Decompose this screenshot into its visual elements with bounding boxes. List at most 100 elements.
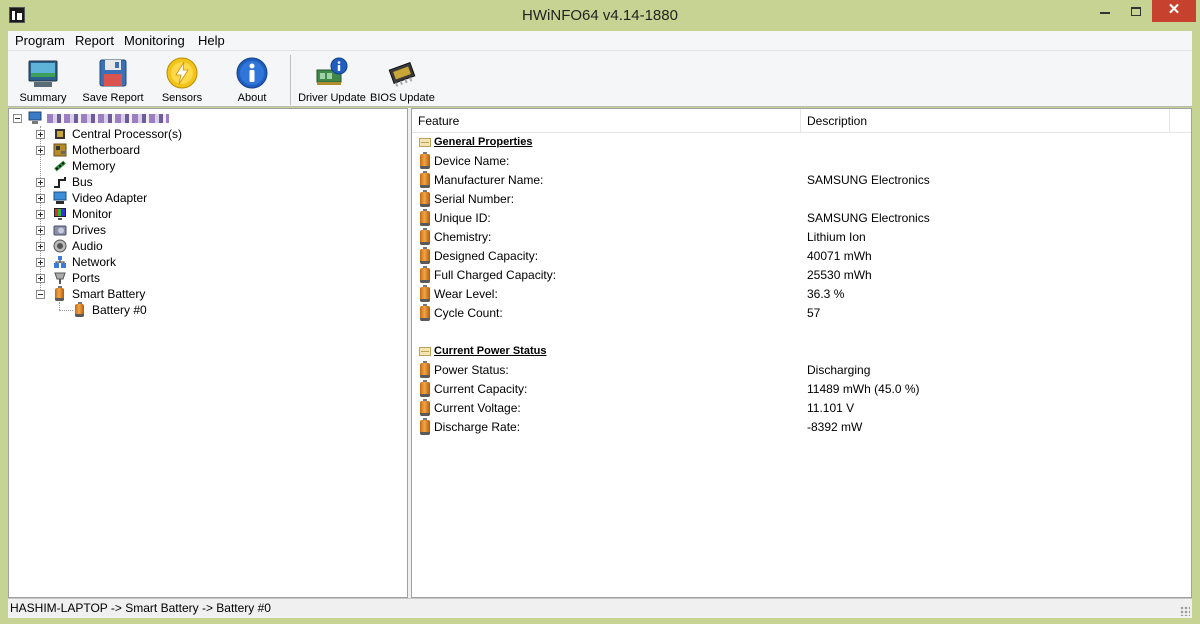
feature-list[interactable]: Feature Description General Properties D… [411,108,1192,598]
about-button[interactable]: About [222,51,282,107]
close-button[interactable]: ✕ [1152,0,1196,22]
list-row[interactable]: Current Capacity: 11489 mWh (45.0 %) [412,380,1191,399]
bios-chip-icon [388,62,416,87]
bios-update-button[interactable]: BIOS Update [370,51,435,107]
list-row[interactable]: Cycle Count: 57 [412,304,1191,323]
motherboard-icon [53,143,67,157]
driver-update-icon [316,57,348,85]
tree-item-audio[interactable]: Audio [33,238,393,254]
row-value: 40071 mWh [807,249,872,263]
list-row[interactable]: Current Voltage: 11.101 V [412,399,1191,418]
row-feature: Current Voltage: [434,401,521,415]
tree-root[interactable] [13,110,393,126]
menu-monitoring[interactable]: Monitoring [124,33,185,48]
sensors-button[interactable]: Sensors [152,51,212,107]
tree-item-monitor[interactable]: Monitor [33,206,393,222]
tree-item-label: Smart Battery [72,287,146,301]
expand-icon[interactable] [36,258,45,267]
section-icon [419,138,431,147]
row-feature: Full Charged Capacity: [434,268,557,282]
battery-icon [420,152,430,169]
expand-icon[interactable] [36,146,45,155]
minimize-button[interactable] [1090,0,1120,22]
collapse-icon[interactable] [13,114,22,123]
tree-item-drives[interactable]: Drives [33,222,393,238]
list-row[interactable]: Discharge Rate: -8392 mW [412,418,1191,437]
bios-update-label: BIOS Update [370,92,435,104]
row-feature: Wear Level: [434,287,498,301]
row-value: 11489 mWh (45.0 %) [807,382,920,396]
driver-update-label: Driver Update [298,92,366,104]
tree-item-smart-battery[interactable]: Smart Battery [33,286,393,302]
floppy-icon [99,59,127,87]
tree-item-ports[interactable]: Ports [33,270,393,286]
summary-button[interactable]: Summary [12,51,74,107]
resize-grip-icon[interactable] [1180,606,1190,616]
device-tree[interactable]: Central Processor(s) Motherboard Memory … [8,108,408,598]
tree-item-bus[interactable]: Bus [33,174,393,190]
tree-item-memory[interactable]: Memory [33,158,393,174]
tree-item-network[interactable]: Network [33,254,393,270]
tree-item-label: Monitor [72,207,113,221]
battery-icon [55,286,64,301]
tree-item-label: Bus [72,175,93,189]
expand-icon[interactable] [36,210,45,219]
redacted-computer-name [47,114,169,123]
status-text: HASHIM-LAPTOP -> Smart Battery -> Batter… [10,601,271,615]
section-header-current-power-status[interactable]: Current Power Status [412,342,1191,361]
row-feature: Unique ID: [434,211,491,225]
tree-item-label: Network [72,255,117,269]
save-report-button[interactable]: Save Report [80,51,146,107]
video-adapter-icon [53,191,67,204]
expand-icon[interactable] [36,178,45,187]
list-row[interactable]: Serial Number: [412,190,1191,209]
expand-icon[interactable] [36,274,45,283]
expand-icon[interactable] [36,130,45,139]
title-bar[interactable]: HWiNFO64 v4.14-1880 ✕ [0,0,1200,31]
tree-item-motherboard[interactable]: Motherboard [33,142,393,158]
tree-item-label: Motherboard [72,143,141,157]
expand-icon[interactable] [36,194,45,203]
monitor-icon [54,208,66,220]
tree-item-label: Central Processor(s) [72,127,183,141]
tree-item-video-adapter[interactable]: Video Adapter [33,190,393,206]
row-feature: Device Name: [434,154,510,168]
row-feature: Cycle Count: [434,306,503,320]
section-title: Current Power Status [434,345,547,357]
sensors-label: Sensors [161,92,203,104]
row-value: -8392 mW [807,420,863,434]
list-row[interactable]: Chemistry: Lithium Ion [412,228,1191,247]
row-value: 36.3 % [807,287,845,301]
battery-icon [420,266,430,283]
list-row[interactable]: Device Name: [412,152,1191,171]
tree-item-label: Battery #0 [92,303,147,317]
tree-item-label: Audio [72,239,103,253]
list-row[interactable]: Power Status: Discharging [412,361,1191,380]
minimize-icon [1100,12,1110,15]
list-row[interactable]: Wear Level: 36.3 % [412,285,1191,304]
drives-icon [53,225,67,236]
window-title: HWiNFO64 v4.14-1880 [522,7,678,24]
list-row[interactable]: Manufacturer Name: SAMSUNG Electronics [412,171,1191,190]
list-row[interactable]: Designed Capacity: 40071 mWh [412,247,1191,266]
info-icon [236,57,268,89]
list-header: Feature Description [412,109,1191,133]
list-row[interactable]: Full Charged Capacity: 25530 mWh [412,266,1191,285]
list-row[interactable]: Unique ID: SAMSUNG Electronics [412,209,1191,228]
collapse-icon[interactable] [36,290,45,299]
section-header-general-properties[interactable]: General Properties [412,133,1191,152]
column-header-description[interactable]: Description [801,109,1170,133]
app-window: HWiNFO64 v4.14-1880 ✕ Program Report Mon… [0,0,1200,624]
menu-program[interactable]: Program [15,33,65,48]
battery-icon [420,228,430,245]
menu-help[interactable]: Help [198,33,225,48]
tree-item-central-processors[interactable]: Central Processor(s) [33,126,393,142]
driver-update-button[interactable]: Driver Update [298,51,366,107]
bus-icon [54,177,66,188]
menu-report[interactable]: Report [75,33,114,48]
expand-icon[interactable] [36,242,45,251]
tree-item-battery-0[interactable]: Battery #0 [53,302,393,318]
maximize-button[interactable] [1122,0,1150,22]
column-header-feature[interactable]: Feature [412,109,801,133]
expand-icon[interactable] [36,226,45,235]
